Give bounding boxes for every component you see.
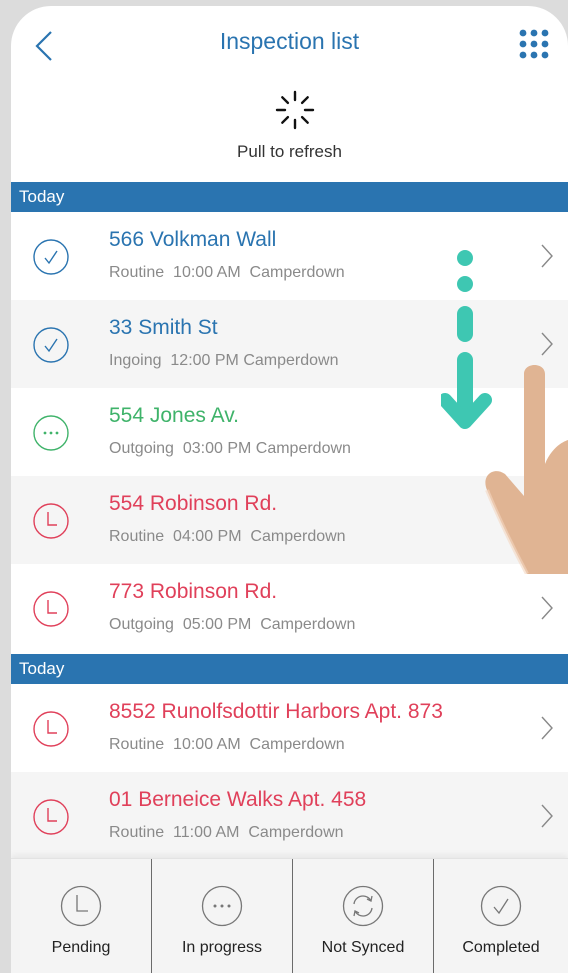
item-place: Camperdown	[248, 824, 344, 841]
item-time: 04:00 PM	[173, 528, 242, 545]
chevron-right-icon	[541, 804, 553, 828]
phone-screen: Inspection list Pull to refresh Today 56…	[11, 6, 568, 973]
item-place: Camperdown	[249, 264, 345, 281]
item-time: 03:00 PM	[182, 440, 252, 457]
sync-icon	[342, 885, 384, 927]
grid-dots-icon[interactable]	[518, 28, 550, 60]
check-circle-icon	[33, 327, 69, 363]
pull-to-refresh: Pull to refresh	[11, 78, 568, 182]
list-item[interactable]: 8552 Runolfsdottir Harbors Apt. 873 Rout…	[11, 684, 568, 772]
item-time: 11:00 AM	[173, 824, 240, 841]
item-place: Camperdown	[249, 736, 345, 753]
item-type: Ingoing	[109, 352, 162, 369]
swipe-down-gesture-illustration	[441, 250, 568, 574]
tab-not-synced[interactable]: Not Synced	[292, 859, 433, 973]
item-details: Outgoing 03:00 PM Camperdown	[109, 440, 351, 458]
item-place: Camperdown	[243, 352, 339, 369]
item-title: 566 Volkman Wall	[109, 228, 277, 251]
item-place: Camperdown	[250, 528, 346, 545]
swipe-down-arrow-icon	[441, 250, 492, 429]
ellipsis-circle-icon	[33, 415, 69, 451]
item-type: Outgoing	[109, 440, 174, 457]
check-circle-icon	[33, 239, 69, 275]
chevron-right-icon	[541, 716, 553, 740]
item-place: Camperdown	[255, 440, 351, 457]
clock-icon	[33, 503, 69, 539]
item-details: Routine 10:00 AM Camperdown	[109, 264, 345, 282]
clock-icon	[33, 591, 69, 627]
item-details: Ingoing 12:00 PM Camperdown	[109, 352, 338, 370]
clock-icon	[33, 711, 69, 747]
item-type: Routine	[109, 824, 165, 841]
tab-label: Completed	[462, 939, 540, 956]
item-title: 33 Smith St	[109, 316, 218, 339]
item-time: 10:00 AM	[173, 264, 241, 281]
app-header: Inspection list	[11, 6, 568, 78]
item-details: Routine 04:00 PM Camperdown	[109, 528, 346, 546]
refresh-label: Pull to refresh	[237, 142, 342, 161]
list-item[interactable]: 01 Berneice Walks Apt. 458 Routine 11:00…	[11, 772, 568, 860]
item-place: Camperdown	[260, 616, 356, 633]
item-type: Outgoing	[109, 616, 174, 633]
ellipsis-icon	[201, 885, 243, 927]
list-item[interactable]: 773 Robinson Rd. Outgoing 05:00 PM Campe…	[11, 564, 568, 652]
item-time: 05:00 PM	[182, 616, 252, 633]
item-type: Routine	[109, 528, 165, 545]
item-details: Routine 11:00 AM Camperdown	[109, 824, 344, 842]
item-time: 10:00 AM	[173, 736, 241, 753]
item-title: 8552 Runolfsdottir Harbors Apt. 873	[109, 700, 443, 723]
item-details: Outgoing 05:00 PM Camperdown	[109, 616, 355, 634]
bottom-tab-bar: Pending In progress Not Synced Completed	[11, 858, 568, 973]
item-title: 01 Berneice Walks Apt. 458	[109, 788, 367, 811]
tab-in-progress[interactable]: In progress	[151, 859, 292, 973]
hand-pointer-icon	[485, 365, 568, 574]
item-title: 554 Robinson Rd.	[109, 492, 278, 515]
tab-pending[interactable]: Pending	[11, 859, 151, 973]
item-time: 12:00 PM	[170, 352, 239, 369]
item-title: 554 Jones Av.	[109, 404, 239, 427]
clock-icon	[60, 885, 102, 927]
section-header-today: Today	[11, 654, 568, 684]
tab-label: In progress	[181, 939, 263, 956]
section-header-today: Today	[11, 182, 568, 212]
chevron-right-icon	[541, 596, 553, 620]
tab-completed[interactable]: Completed	[433, 859, 568, 973]
tab-label: Not Synced	[321, 939, 405, 956]
spinner-icon	[275, 90, 315, 130]
item-type: Routine	[109, 264, 165, 281]
item-type: Routine	[109, 736, 165, 753]
page-title: Inspection list	[219, 28, 360, 54]
check-icon	[480, 885, 522, 927]
item-title: 773 Robinson Rd.	[109, 580, 278, 603]
clock-icon	[33, 799, 69, 835]
tab-label: Pending	[51, 939, 111, 956]
item-details: Routine 10:00 AM Camperdown	[109, 736, 345, 754]
